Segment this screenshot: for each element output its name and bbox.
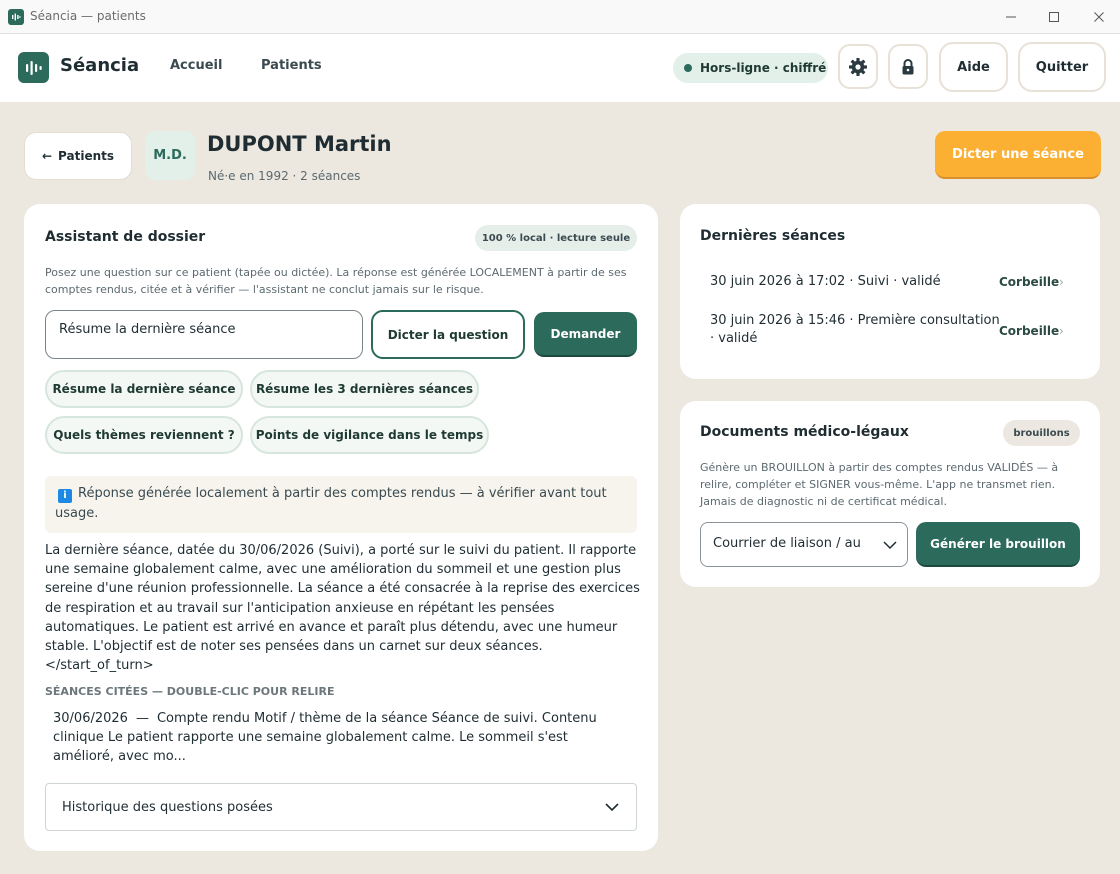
minimize-button[interactable] — [988, 0, 1034, 34]
chevron-down-icon — [605, 803, 619, 812]
info-icon: i — [58, 489, 72, 503]
local-answer-notice: i Réponse générée localement à partir des… — [45, 476, 637, 533]
lock-button[interactable] — [888, 44, 928, 89]
legal-documents-hint-line-2: relire, compléter et SIGNER vous-même. L… — [700, 478, 1056, 491]
question-input[interactable]: Résume la dernière séance — [45, 310, 363, 359]
settings-button[interactable] — [838, 44, 878, 89]
cited-session-dash: — — [135, 711, 149, 726]
window-title: Séancia — patients — [30, 9, 146, 23]
assistant-answer: La dernière séance, datée du 30/06/2026 … — [45, 541, 640, 675]
nav-link-accueil[interactable]: Accueil — [170, 58, 222, 73]
back-to-patients-button[interactable]: ← Patients — [24, 132, 132, 180]
generate-draft-button[interactable]: Générer le brouillon — [916, 522, 1080, 567]
cited-session-item[interactable]: 30/06/2026— Compte rendu Motif / thème de… — [53, 709, 623, 767]
chevron-down-icon — [883, 541, 897, 550]
arrow-left-icon: ← — [41, 149, 53, 163]
suggestion-chip-vigilance[interactable]: Points de vigilance dans le temps — [250, 416, 489, 454]
drafts-badge: brouillons — [1003, 420, 1080, 446]
recent-sessions-card: Dernières séances 30 juin 2026 à 17:02 ·… — [680, 204, 1100, 379]
assistant-answer-text: La dernière séance, datée du 30/06/2026 … — [45, 543, 640, 655]
legal-documents-hint-line-3: Jamais de diagnostic ni de certificat mé… — [700, 495, 947, 508]
dictate-question-button[interactable]: Dicter la question — [371, 310, 525, 359]
suggestion-chip-last-3-sessions[interactable]: Résume les 3 dernières séances — [250, 370, 479, 408]
offline-status-badge: Hors-ligne · chiffré — [673, 53, 828, 83]
lock-icon — [902, 58, 914, 74]
document-type-value: Courrier de liaison / au — [713, 536, 861, 551]
legal-documents-title: Documents médico-légaux — [700, 424, 909, 440]
patient-avatar: M.D. — [145, 131, 195, 180]
legal-documents-card: Documents médico-légaux brouillons Génèr… — [680, 401, 1100, 587]
brand-name: Séancia — [60, 55, 140, 76]
maximize-icon — [1049, 12, 1059, 22]
back-label: Patients — [58, 149, 115, 163]
cited-session-date: 30/06/2026 — [53, 711, 128, 726]
suggestion-chip-last-session[interactable]: Résume la dernière séance — [45, 370, 243, 408]
chevron-right-icon: › — [1059, 324, 1064, 338]
minimize-icon — [1006, 16, 1016, 18]
gear-icon — [849, 57, 867, 76]
assistant-answer-tail: </start_of_turn> — [45, 658, 154, 674]
patient-name: DUPONT Martin — [207, 132, 392, 156]
quit-button[interactable]: Quitter — [1018, 42, 1106, 92]
status-dot-icon — [684, 64, 692, 72]
cited-sessions-label: SÉANCES CITÉES — DOUBLE-CLIC POUR RELIRE — [45, 685, 335, 698]
legal-documents-hint: Génère un BROUILLON à partir des comptes… — [700, 459, 1085, 510]
assistant-card: Assistant de dossier 100 % local · lectu… — [24, 204, 658, 851]
help-button[interactable]: Aide — [939, 42, 1008, 92]
assistant-hint: Posez une question sur ce patient (tapée… — [45, 264, 645, 298]
recent-sessions-title: Dernières séances — [700, 228, 846, 244]
suggestion-chip-themes[interactable]: Quels thèmes reviennent ? — [45, 416, 243, 454]
assistant-hint-line-2: comptes rendus, citée et à vérifier — l'… — [45, 283, 484, 296]
session-trash-link[interactable]: Corbeille — [999, 324, 1059, 338]
nav-link-patients[interactable]: Patients — [261, 58, 322, 73]
local-readonly-badge: 100 % local · lecture seule — [475, 225, 637, 251]
close-icon — [1094, 12, 1104, 22]
question-history-dropdown[interactable]: Historique des questions posées — [45, 783, 637, 831]
top-navbar: Séancia Accueil Patients Hors-ligne · ch… — [0, 34, 1120, 102]
window-titlebar: Séancia — patients — [0, 0, 1120, 34]
brand-logo-icon — [18, 52, 49, 83]
session-trash-link[interactable]: Corbeille — [999, 275, 1059, 289]
status-label: Hors-ligne · chiffré — [700, 61, 827, 75]
patient-subtitle: Né·e en 1992 · 2 séances — [208, 169, 361, 183]
session-item[interactable]: 30 juin 2026 à 15:46 · Première consulta… — [710, 312, 1000, 348]
assistant-title: Assistant de dossier — [45, 229, 206, 245]
chevron-right-icon: › — [1059, 275, 1064, 289]
local-answer-notice-text: Réponse générée localement à partir des … — [55, 486, 607, 521]
legal-documents-hint-line-1: Génère un BROUILLON à partir des comptes… — [700, 461, 1059, 474]
dictate-session-button[interactable]: Dicter une séance — [935, 131, 1101, 179]
app-logo-icon — [8, 9, 24, 25]
assistant-hint-line-1: Posez une question sur ce patient (tapée… — [45, 266, 627, 279]
ask-button[interactable]: Demander — [534, 312, 637, 357]
document-type-select[interactable]: Courrier de liaison / au — [700, 522, 908, 567]
close-button[interactable] — [1076, 0, 1120, 34]
question-history-label: Historique des questions posées — [62, 799, 273, 815]
maximize-button[interactable] — [1031, 0, 1077, 34]
